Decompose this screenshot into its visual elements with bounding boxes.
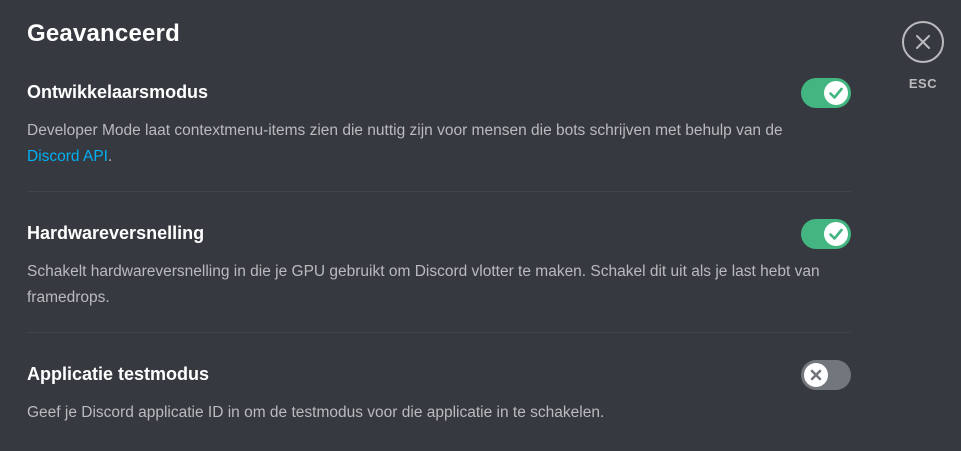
close-icon — [916, 35, 930, 49]
close-control: ESC — [900, 21, 946, 91]
divider — [27, 332, 851, 333]
page-title: Geavanceerd — [27, 20, 180, 47]
setting-title: Ontwikkelaarsmodus — [27, 82, 209, 102]
setting-description: Geef je Discord applicatie ID in om de t… — [27, 404, 605, 421]
developer-mode-toggle[interactable] — [801, 78, 851, 108]
divider — [27, 191, 851, 192]
setting-description: Developer Mode laat contextmenu-items zi… — [27, 118, 837, 170]
close-button[interactable] — [902, 21, 944, 63]
setting-title: Hardwareversnelling — [27, 223, 205, 243]
checkmark-icon — [829, 87, 843, 99]
x-icon — [810, 369, 822, 381]
setting-description: Schakelt hardwareversnelling in die je G… — [27, 263, 820, 306]
toggle-knob — [824, 81, 848, 105]
toggle-knob — [804, 363, 828, 387]
discord-api-link[interactable]: Discord API — [27, 148, 108, 165]
setting-title: Applicatie testmodus — [27, 364, 210, 384]
hardware-acceleration-toggle[interactable] — [801, 219, 851, 249]
description-text: Developer Mode laat contextmenu-items zi… — [27, 122, 783, 139]
toggle-knob — [824, 222, 848, 246]
application-test-mode-toggle[interactable] — [801, 360, 851, 390]
checkmark-icon — [829, 228, 843, 240]
description-suffix: . — [107, 148, 113, 165]
esc-label: ESC — [908, 76, 938, 91]
